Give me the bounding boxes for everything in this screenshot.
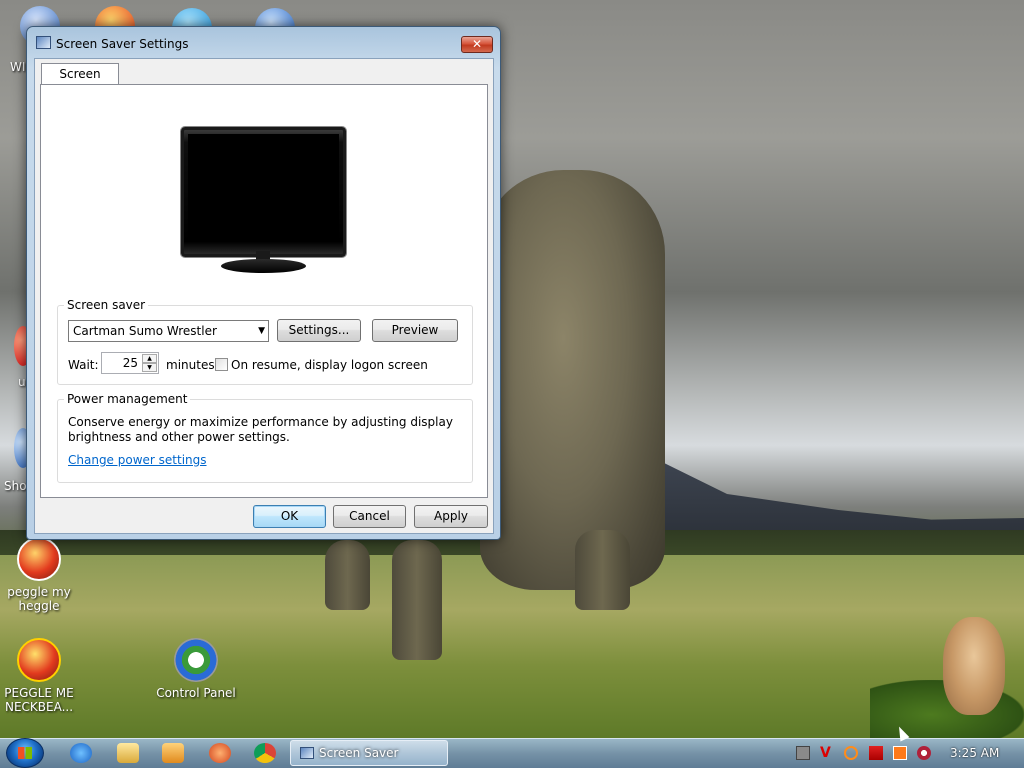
screen-saver-group: Screen saver Cartman Sumo Wrestler ▼ Set… (57, 298, 473, 385)
close-button[interactable]: ✕ (461, 36, 493, 53)
taskbar-task-label: Screen Saver Settings (319, 746, 399, 760)
orange-icon[interactable] (893, 746, 907, 760)
desktop-icon-label: PEGGLE ME (4, 686, 74, 700)
control-panel-icon (174, 638, 218, 682)
logon-screen-checkbox-label[interactable]: On resume, display logon screen (231, 358, 428, 372)
game-icon[interactable] (209, 743, 231, 763)
dialog-title: Screen Saver Settings (56, 37, 189, 51)
desktop-icon-control-panel[interactable]: Control Panel (155, 638, 237, 700)
spin-down-icon[interactable]: ▼ (142, 363, 157, 372)
desktop-icon-peggle-my-heggle[interactable]: peggle my heggle (1, 537, 77, 613)
screen-saver-window-icon (300, 747, 314, 759)
power-description-line1: Conserve energy or maximize performance … (68, 415, 453, 429)
monitor-stand (221, 259, 306, 273)
logon-screen-checkbox[interactable] (215, 358, 228, 371)
partial-label-shortcut: Sho (4, 479, 27, 493)
chevron-down-icon[interactable]: ▼ (258, 321, 265, 341)
tab-page-screen-saver: Screen saver Cartman Sumo Wrestler ▼ Set… (40, 84, 488, 498)
ok-button[interactable]: OK (253, 505, 326, 528)
screen-saver-selected-value: Cartman Sumo Wrestler (73, 324, 217, 338)
change-power-settings-link[interactable]: Change power settings (68, 453, 207, 467)
search-icon[interactable] (844, 746, 858, 760)
monitor-preview (181, 127, 346, 257)
settings-button[interactable]: Settings... (277, 319, 361, 342)
elephant-leg (325, 540, 370, 610)
elephant-leg (392, 540, 442, 660)
chrome-icon[interactable] (254, 743, 276, 763)
internet-explorer-icon[interactable] (70, 743, 92, 763)
dialog-titlebar[interactable]: Screen Saver Settings ✕ (27, 27, 500, 59)
desktop-icon-label: heggle (18, 599, 60, 613)
tab-screen-saver[interactable]: Screen Saver (41, 63, 119, 101)
flag-icon[interactable] (869, 746, 883, 760)
wait-minutes-spinner[interactable]: 25 ▲ ▼ (101, 352, 159, 374)
cancel-button[interactable]: Cancel (333, 505, 406, 528)
preview-button[interactable]: Preview (372, 319, 458, 342)
network-icon[interactable] (796, 746, 810, 760)
desktop-icon-peggle-me-neckbea[interactable]: PEGGLE ME NECKBEA... (1, 638, 77, 714)
dialog-client-area: Screen Saver Screen saver Cartman Sumo W… (34, 58, 494, 534)
desktop-icon-label: Control Panel (156, 686, 236, 700)
elephant-wallpaper (480, 170, 665, 590)
power-management-group: Power management Conserve energy or maxi… (57, 392, 473, 483)
minutes-label: minutes (166, 358, 215, 372)
taskbar-clock[interactable]: 3:25 AM (950, 746, 999, 760)
screen-saver-group-label: Screen saver (64, 298, 149, 312)
partial-label-top: WI (10, 60, 26, 74)
hamster-gadget[interactable] (943, 617, 1005, 715)
screen-saver-select[interactable]: Cartman Sumo Wrestler ▼ (68, 320, 269, 342)
desktop-icon-label: NECKBEA... (4, 700, 74, 714)
start-button[interactable] (6, 738, 44, 768)
monitor-preview-screen (188, 134, 339, 242)
taskbar-task-screen-saver-settings[interactable]: Screen Saver Settings (290, 740, 448, 766)
media-player-icon[interactable] (162, 743, 184, 763)
partial-label-mid: u (18, 375, 26, 389)
speaker-icon[interactable] (917, 746, 931, 760)
peggle-icon (17, 537, 61, 581)
v-icon[interactable]: V (820, 746, 834, 760)
apply-button[interactable]: Apply (414, 505, 488, 528)
windows-logo-icon (18, 747, 32, 759)
power-description-line2: brightness and other power settings. (68, 430, 290, 444)
power-management-group-label: Power management (64, 392, 191, 406)
file-explorer-icon[interactable] (117, 743, 139, 763)
desktop-icon-label: peggle my (7, 585, 71, 599)
peggle-icon (17, 638, 61, 682)
wait-label: Wait: (68, 358, 99, 372)
screen-saver-settings-dialog: Screen Saver Settings ✕ Screen Saver Scr… (26, 26, 501, 540)
elephant-leg (575, 530, 630, 610)
spin-up-icon[interactable]: ▲ (142, 354, 157, 363)
wait-minutes-value[interactable]: 25 (123, 356, 138, 370)
screen-saver-window-icon (36, 36, 51, 49)
